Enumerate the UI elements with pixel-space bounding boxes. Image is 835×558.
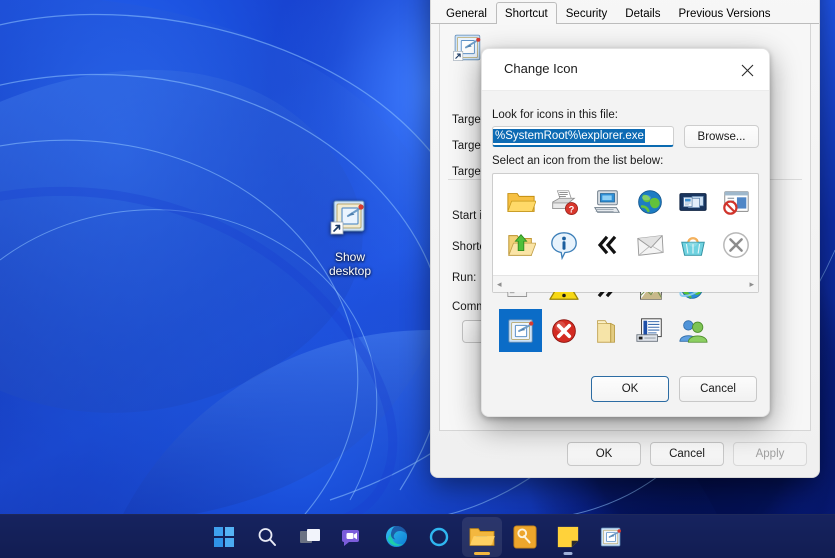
tab-previous-versions[interactable]: Previous Versions: [669, 4, 779, 24]
icon-cell-empty-2[interactable]: [714, 309, 757, 352]
back-chevrons-icon: [597, 235, 616, 254]
desktop-icon-label: Show desktop: [328, 250, 372, 278]
change-icon-dialog[interactable]: Change Icon Look for icons in this file:…: [481, 48, 770, 417]
select-icon-label: Select an icon from the list below:: [492, 155, 664, 167]
scroll-right-arrow-icon[interactable]: ▸: [749, 279, 754, 289]
icon-list-horizontal-scrollbar[interactable]: ◂ ▸: [493, 275, 758, 292]
icon-cell-globe-icon[interactable]: [628, 180, 671, 223]
folder-open-icon: [506, 192, 536, 212]
computer-icon: [593, 189, 620, 213]
tab-details[interactable]: Details: [616, 4, 669, 24]
chat-video-icon: [342, 529, 359, 546]
close-icon[interactable]: [725, 49, 769, 91]
change-icon-button-row: OK Cancel: [591, 376, 757, 402]
scroll-left-arrow-icon[interactable]: ◂: [497, 279, 502, 289]
show-desktop-icon: [330, 200, 365, 235]
printer-help-icon: ?: [551, 189, 578, 215]
taskbar-active-indicator: [474, 551, 490, 555]
taskbar-edge-button[interactable]: [376, 517, 416, 557]
field-label-run: Run:: [452, 272, 477, 284]
icon-cell-show-desktop-icon[interactable]: [499, 309, 542, 352]
window-blocked-icon: [722, 190, 749, 215]
show-desktop-icon: [507, 318, 533, 343]
field-label-target-3: Target: [452, 166, 484, 178]
shopping-basket-icon: [680, 236, 705, 256]
icon-cell-info-balloon-icon[interactable]: [542, 223, 585, 266]
icon-cell-folder-closed-icon[interactable]: [585, 309, 628, 352]
taskbar-sticky-indicator: [563, 551, 573, 555]
tab-security[interactable]: Security: [557, 4, 617, 24]
change-icon-cancel-button[interactable]: Cancel: [679, 376, 757, 402]
info-balloon-icon: [550, 231, 577, 260]
cortana-circle-icon: [429, 527, 449, 546]
taskbar-task-view-button[interactable]: [290, 517, 330, 557]
key-icon: [513, 524, 537, 549]
show-desktop-icon: [600, 527, 621, 546]
icon-cell-computer-icon[interactable]: [585, 180, 628, 223]
icon-cell-window-blocked-icon[interactable]: [714, 180, 757, 223]
taskbar-cortana-button[interactable]: [419, 517, 459, 557]
properties-button-row: OK Cancel Apply: [567, 442, 807, 466]
taskbar-sticky-notes-button[interactable]: [548, 517, 588, 557]
taskbar-keypass-button[interactable]: [505, 517, 545, 557]
mail-envelope-icon: [636, 234, 664, 256]
taskbar-start-button[interactable]: [204, 517, 244, 557]
change-icon-title: Change Icon: [504, 61, 578, 76]
icon-cell-list-report-icon[interactable]: [628, 309, 671, 352]
icon-cell-close-circle-icon[interactable]: [714, 223, 757, 266]
sticky-note-icon: [557, 526, 579, 547]
change-icon-ok-button[interactable]: OK: [591, 376, 669, 402]
folder-icon: [469, 527, 495, 546]
change-icon-body: Look for icons in this file: %SystemRoot…: [482, 91, 769, 416]
props-cancel-button[interactable]: Cancel: [650, 442, 724, 466]
search-icon: [258, 527, 276, 546]
windows-logo-icon: [214, 526, 234, 547]
icon-path-value: %SystemRoot%\explorer.exe: [493, 129, 645, 143]
look-for-icons-label: Look for icons in this file:: [492, 109, 618, 121]
folder-up-icon: [507, 233, 536, 256]
props-apply-button: Apply: [733, 442, 807, 466]
svg-text:?: ?: [568, 204, 574, 214]
icon-cell-shopping-basket-icon[interactable]: [671, 223, 714, 266]
error-cross-icon: [551, 318, 576, 343]
browse-button[interactable]: Browse...: [684, 125, 759, 148]
close-circle-icon: [722, 231, 749, 258]
icon-cell-folder-open-icon[interactable]: [499, 180, 542, 223]
icon-cell-users-group-icon[interactable]: [671, 309, 714, 352]
icon-cell-network-windows-icon[interactable]: [671, 180, 714, 223]
globe-icon: [637, 189, 662, 214]
taskbar[interactable]: [0, 514, 835, 558]
field-label-target-2: Target: [452, 140, 484, 152]
edge-browser-icon: [385, 525, 407, 548]
icon-cell-mail-envelope-icon[interactable]: [628, 223, 671, 266]
icon-list-box[interactable]: ? ◂ ▸: [492, 173, 759, 352]
icon-path-input[interactable]: %SystemRoot%\explorer.exe: [492, 126, 674, 147]
tab-general[interactable]: General: [437, 4, 496, 24]
users-group-icon: [678, 319, 707, 343]
icon-cell-error-cross-icon[interactable]: [542, 309, 585, 352]
icon-grid[interactable]: ?: [493, 174, 758, 352]
taskbar-show-desktop-button[interactable]: [591, 517, 631, 557]
change-icon-titlebar: Change Icon: [482, 49, 769, 91]
taskbar-chat-button[interactable]: [333, 517, 373, 557]
tab-shortcut[interactable]: Shortcut: [495, 2, 557, 24]
icon-cell-printer-help-icon[interactable]: ?: [542, 180, 585, 223]
taskbar-search-button[interactable]: [247, 517, 287, 557]
icon-cell-back-chevrons-icon[interactable]: [585, 223, 628, 266]
props-ok-button[interactable]: OK: [567, 442, 641, 466]
desktop-icon-show-desktop[interactable]: Show desktop: [311, 196, 389, 278]
folder-closed-icon: [596, 319, 615, 343]
task-view-icon: [300, 528, 320, 543]
list-report-icon: [635, 317, 662, 342]
taskbar-file-explorer-button[interactable]: [462, 516, 502, 557]
properties-tabstrip[interactable]: General Shortcut Security Details Previo…: [431, 1, 819, 24]
icon-cell-folder-up-icon[interactable]: [499, 223, 542, 266]
field-label-target-1: Target: [452, 114, 484, 126]
network-windows-icon: [678, 192, 707, 211]
